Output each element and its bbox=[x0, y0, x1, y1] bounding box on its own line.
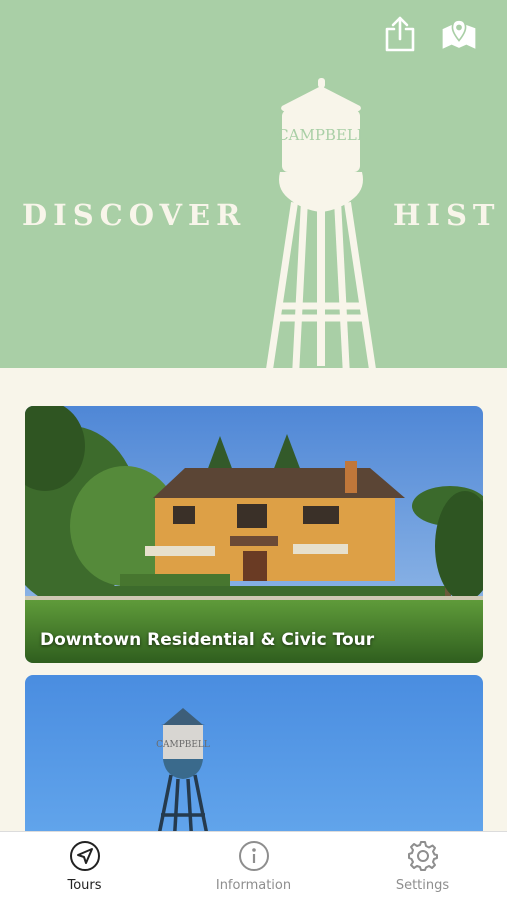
info-icon bbox=[239, 841, 269, 871]
tab-label-tours: Tours bbox=[67, 878, 102, 893]
hero-word-history: HIST bbox=[393, 198, 501, 232]
water-tower-graphic: CAMPBELL bbox=[266, 78, 376, 368]
map-pin-icon[interactable] bbox=[441, 14, 477, 54]
navigation-arrow-icon bbox=[70, 841, 100, 871]
tab-tours[interactable]: Tours bbox=[0, 832, 169, 901]
tour-card[interactable]: CAMPBELL bbox=[25, 675, 483, 845]
tab-label-information: Information bbox=[215, 878, 292, 893]
hero-banner: DISCOVER CAMPBELL HIST bbox=[0, 0, 507, 368]
tour-photo-water-tower: CAMPBELL bbox=[25, 675, 483, 845]
tower-photo-label: CAMPBELL bbox=[156, 740, 210, 750]
gear-icon bbox=[408, 841, 438, 871]
tower-label: CAMPBELL bbox=[277, 126, 367, 144]
share-icon[interactable] bbox=[382, 14, 418, 54]
tab-settings[interactable]: Settings bbox=[338, 832, 507, 901]
tour-photo-house bbox=[25, 406, 483, 663]
tab-bar: Tours Information Settings bbox=[0, 831, 507, 901]
tab-information[interactable]: Information bbox=[169, 832, 338, 901]
tab-label-settings: Settings bbox=[395, 878, 450, 893]
tour-card[interactable]: Downtown Residential & Civic Tour bbox=[25, 406, 483, 663]
tour-title: Downtown Residential & Civic Tour bbox=[40, 630, 375, 650]
hero-word-discover: DISCOVER bbox=[22, 198, 247, 232]
